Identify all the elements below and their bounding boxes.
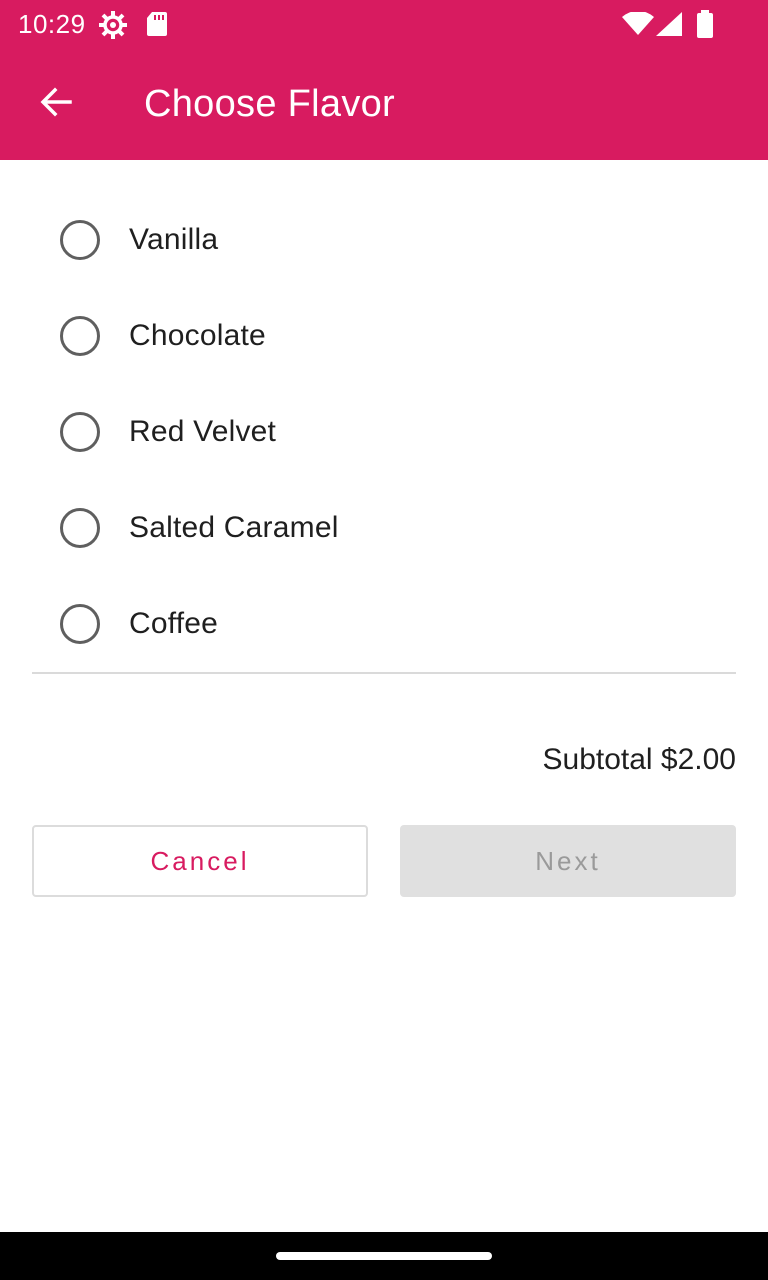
flavor-radio-group: Vanilla Chocolate Red Velvet Salted Cara… [0,192,768,672]
choose-flavor-screen: 10:29 Choose Flavor Vanilla Chocolate Re… [0,0,768,1280]
system-navigation-bar [0,1232,768,1280]
radio-button[interactable] [60,508,100,548]
flavor-option-vanilla[interactable]: Vanilla [0,192,768,288]
arrow-back-icon [38,84,74,125]
next-button[interactable]: Next [400,825,736,897]
radio-button[interactable] [60,412,100,452]
wifi-icon [622,10,654,41]
radio-button[interactable] [60,220,100,260]
back-button[interactable] [28,76,84,132]
battery-icon [696,10,714,43]
status-bar: 10:29 [0,0,768,48]
settings-gear-icon [98,10,128,45]
page-title: Choose Flavor [144,83,396,125]
flavor-label: Chocolate [129,319,266,352]
home-gesture-handle[interactable] [276,1252,492,1260]
sd-card-icon [146,11,168,42]
app-bar: Choose Flavor [0,48,768,160]
cancel-button[interactable]: Cancel [32,825,368,897]
flavor-option-salted-caramel[interactable]: Salted Caramel [0,480,768,576]
flavor-label: Red Velvet [129,415,277,448]
flavor-option-red-velvet[interactable]: Red Velvet [0,384,768,480]
flavor-option-coffee[interactable]: Coffee [0,576,768,672]
radio-button[interactable] [60,316,100,356]
cell-signal-icon [656,12,682,41]
flavor-label: Vanilla [129,223,219,256]
radio-button[interactable] [60,604,100,644]
divider [32,672,736,674]
flavor-label: Coffee [129,607,219,640]
status-time: 10:29 [18,9,86,39]
subtotal-text: Subtotal $2.00 [542,743,737,776]
flavor-option-chocolate[interactable]: Chocolate [0,288,768,384]
flavor-label: Salted Caramel [129,511,339,544]
